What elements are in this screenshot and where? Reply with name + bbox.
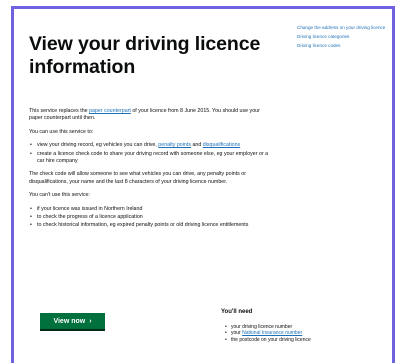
view-now-button[interactable]: View now › <box>40 313 105 329</box>
chevron-right-icon: › <box>89 317 92 325</box>
view-now-label: View now <box>53 317 86 325</box>
cant-list: if your licence was issued in Northern I… <box>29 206 273 231</box>
main-content: This service replaces the paper counterp… <box>29 108 273 236</box>
penalty-points-link[interactable]: penalty points <box>158 142 191 148</box>
use-heading: You can use this service to: <box>29 128 94 135</box>
list-item: your driving licence number <box>225 324 381 331</box>
list-item: the postcode on your driving licence <box>225 337 381 344</box>
list-item: create a licence check code to share you… <box>30 151 273 166</box>
list-item: view your driving record, eg vehicles yo… <box>30 142 273 150</box>
list-item: to check historical information, eg expi… <box>30 222 273 230</box>
related-link-change-address[interactable]: Change the address on your driving licen… <box>297 25 397 31</box>
disqualifications-link[interactable]: disqualifications <box>203 142 240 148</box>
use-list: view your driving record, eg vehicles yo… <box>29 142 273 165</box>
paper-counterpart-link[interactable]: paper counterpart <box>89 108 131 114</box>
related-link-licence-categories[interactable]: Driving licence categories <box>297 34 397 40</box>
national-insurance-link[interactable]: National Insurance number <box>242 330 302 336</box>
related-links: Change the address on your driving licen… <box>297 25 397 52</box>
check-code-paragraph: The check code will allow someone to see… <box>29 171 246 185</box>
you-need-list: your driving licence number your Nationa… <box>221 324 381 344</box>
intro-paragraph: This service replaces the paper counterp… <box>29 108 260 122</box>
you-need-section: You'll need your driving licence number … <box>221 309 381 343</box>
you-need-heading: You'll need <box>221 309 253 315</box>
page-title: View your driving licence information <box>29 33 261 78</box>
list-item: if your licence was issued in Northern I… <box>30 206 273 214</box>
list-item: to check the progress of a licence appli… <box>30 214 273 222</box>
list-item: your National Insurance number <box>225 330 381 337</box>
cant-heading: You can't use this service: <box>29 192 90 199</box>
related-link-licence-codes[interactable]: Driving licence codes <box>297 43 397 49</box>
